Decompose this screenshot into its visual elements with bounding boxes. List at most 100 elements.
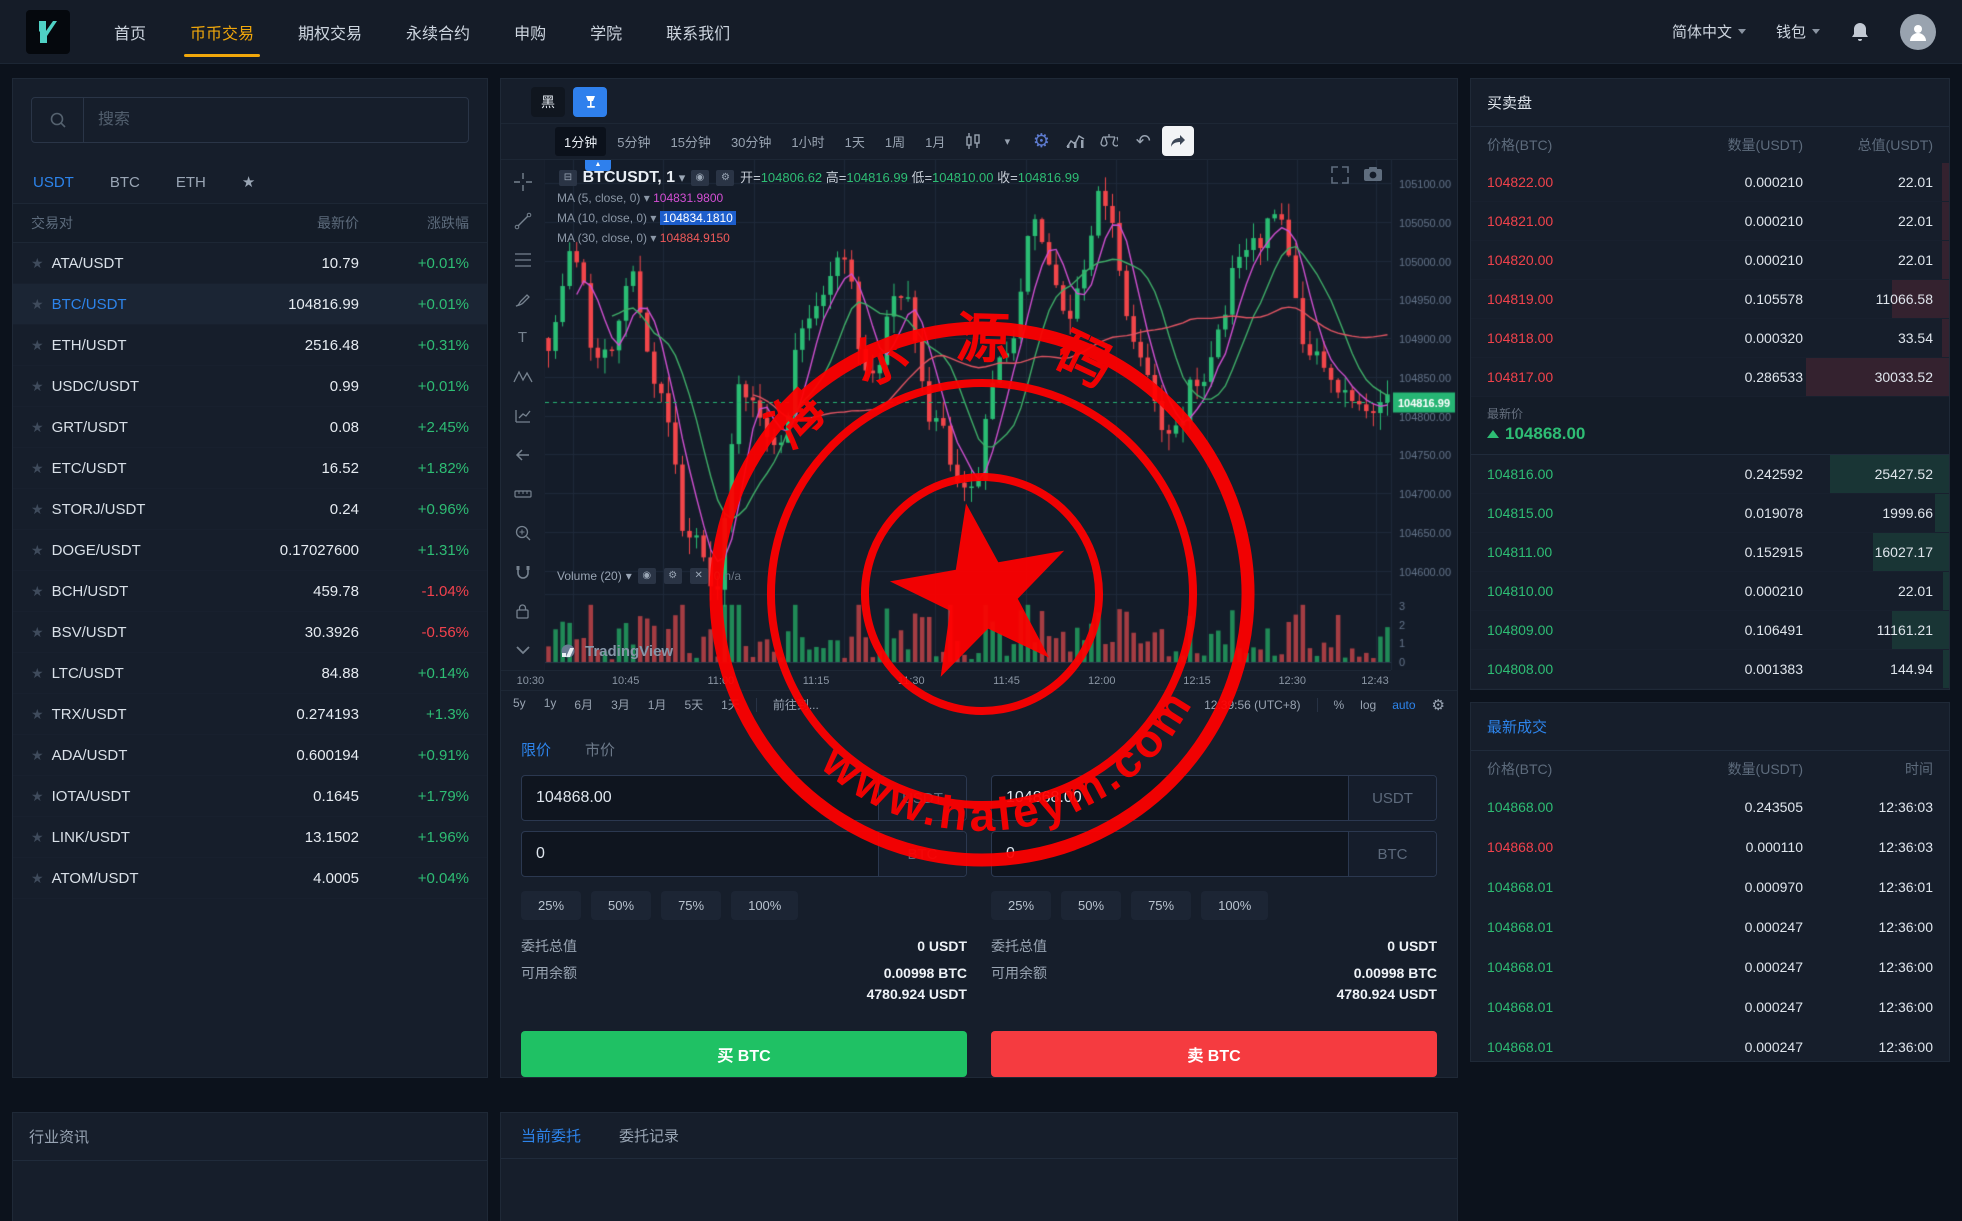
orders-tab[interactable]: 当前委托 — [521, 1125, 581, 1146]
legend-settings-icon[interactable]: ⚙ — [716, 169, 735, 186]
measure-tool-icon[interactable] — [509, 482, 537, 506]
order-type-tab[interactable]: 限价 — [521, 739, 551, 760]
pair-row[interactable]: ★ BSV/USDT 30.3926 -0.56% — [13, 612, 487, 653]
pair-row[interactable]: ★ LINK/USDT 13.1502 +1.96% — [13, 817, 487, 858]
theme-dark-button[interactable]: 黑 — [531, 87, 565, 117]
quote-tab[interactable]: ★ — [242, 173, 255, 191]
search-input[interactable] — [84, 111, 468, 129]
percent-button[interactable]: 100% — [731, 891, 799, 921]
pair-row[interactable]: ★ LTC/USDT 84.88 +0.14% — [13, 653, 487, 694]
nav-item[interactable]: 首页 — [114, 0, 146, 63]
percent-button[interactable]: 25% — [521, 891, 582, 921]
order-type-tab[interactable]: 市价 — [585, 739, 615, 760]
pair-row[interactable]: ★ BTC/USDT 104816.99 +0.01% — [13, 284, 487, 325]
buy-button[interactable]: 买 BTC — [521, 1031, 967, 1078]
quote-tab[interactable]: BTC — [110, 174, 140, 191]
chart-canvas[interactable] — [545, 159, 1457, 670]
sell-price-input[interactable] — [992, 776, 1348, 821]
app-logo[interactable] — [26, 9, 70, 54]
clock-label[interactable]: 12:39:56 (UTC+8) — [1204, 698, 1300, 712]
ask-row[interactable]: 104821.00 0.000210 22.01 — [1471, 202, 1949, 241]
magnet-tool-icon[interactable] — [509, 560, 537, 584]
notification-bell-icon[interactable] — [1850, 21, 1870, 43]
interval-button[interactable]: 1分钟 — [555, 126, 607, 156]
pair-row[interactable]: ★ ETC/USDT 16.52 +1.82% — [13, 448, 487, 489]
crosshair-tool-icon[interactable] — [509, 170, 537, 194]
collapse-legend-icon[interactable]: ⊟ — [559, 169, 577, 186]
legend-eye-icon[interactable]: ◉ — [690, 169, 709, 186]
ask-row[interactable]: 104817.00 0.286533 30033.52 — [1471, 358, 1949, 397]
nav-item[interactable]: 申购 — [514, 0, 546, 63]
compare-icon[interactable] — [1094, 127, 1124, 155]
interval-button[interactable]: 30分钟 — [722, 127, 780, 156]
volume-eye-icon[interactable]: ◉ — [637, 567, 656, 584]
range-button[interactable]: 5y — [513, 696, 526, 713]
brush-tool-icon[interactable] — [509, 287, 537, 311]
interval-button[interactable]: 1小时 — [782, 127, 833, 156]
nav-item[interactable]: 期权交易 — [298, 0, 362, 63]
favorite-star-icon[interactable]: ★ — [31, 624, 44, 641]
favorite-star-icon[interactable]: ★ — [31, 870, 44, 887]
orders-tab[interactable]: 委托记录 — [619, 1125, 679, 1146]
interval-button[interactable]: 5分钟 — [608, 127, 659, 156]
goto-date-button[interactable]: 前往到... — [773, 696, 819, 713]
range-button[interactable]: 1y — [544, 696, 557, 713]
sell-button[interactable]: 卖 BTC — [991, 1031, 1437, 1078]
tools-collapse-chevron-icon[interactable] — [509, 638, 537, 662]
theme-light-button[interactable] — [573, 87, 607, 117]
trend-line-tool-icon[interactable] — [509, 209, 537, 233]
favorite-star-icon[interactable]: ★ — [31, 747, 44, 764]
pair-row[interactable]: ★ TRX/USDT 0.274193 +1.3% — [13, 694, 487, 735]
favorite-star-icon[interactable]: ★ — [31, 460, 44, 477]
fib-retracement-tool-icon[interactable] — [509, 248, 537, 272]
user-avatar[interactable] — [1900, 13, 1936, 50]
style-dropdown-icon[interactable]: ▾ — [992, 127, 1022, 155]
indicators-icon[interactable] — [1060, 127, 1090, 155]
interval-button[interactable]: 1月 — [916, 127, 954, 156]
nav-item[interactable]: 联系我们 — [666, 0, 730, 63]
percent-button[interactable]: 50% — [1061, 891, 1122, 921]
percent-button[interactable]: 50% — [591, 891, 652, 921]
interval-button[interactable]: 1天 — [836, 127, 874, 156]
bid-row[interactable]: 104815.00 0.019078 1999.66 — [1471, 494, 1949, 533]
range-button[interactable]: 3月 — [611, 696, 630, 713]
undo-icon[interactable]: ↶ — [1128, 127, 1158, 155]
percent-button[interactable]: 25% — [991, 891, 1052, 921]
auto-scale-button[interactable]: auto — [1392, 698, 1415, 712]
candle-style-icon[interactable] — [958, 127, 988, 155]
bid-row[interactable]: 104816.00 0.242592 25427.52 — [1471, 455, 1949, 494]
favorite-star-icon[interactable]: ★ — [31, 665, 44, 682]
wallet-menu[interactable]: 钱包 — [1776, 21, 1820, 42]
pair-row[interactable]: ★ ATA/USDT 10.79 +0.01% — [13, 243, 487, 284]
ask-row[interactable]: 104822.00 0.000210 22.01 — [1471, 163, 1949, 202]
quote-tab[interactable]: USDT — [33, 174, 74, 191]
text-tool-icon[interactable]: T — [509, 326, 537, 350]
percent-button[interactable]: 100% — [1201, 891, 1269, 921]
nav-item[interactable]: 永续合约 — [406, 0, 470, 63]
range-button[interactable]: 5天 — [684, 696, 703, 713]
bid-row[interactable]: 104810.00 0.000210 22.01 — [1471, 572, 1949, 611]
range-button[interactable]: 6月 — [574, 696, 593, 713]
chart-settings-gear-icon[interactable]: ⚙ — [1026, 127, 1056, 155]
pair-row[interactable]: ★ GRT/USDT 0.08 +2.45% — [13, 407, 487, 448]
range-button[interactable]: 1月 — [648, 696, 667, 713]
favorite-star-icon[interactable]: ★ — [31, 337, 44, 354]
ask-row[interactable]: 104818.00 0.000320 33.54 — [1471, 319, 1949, 358]
buy-price-input[interactable] — [522, 776, 878, 821]
range-button[interactable]: 1天 — [721, 696, 740, 713]
favorite-star-icon[interactable]: ★ — [31, 419, 44, 436]
pair-row[interactable]: ★ IOTA/USDT 0.1645 +1.79% — [13, 776, 487, 817]
chart-body[interactable]: ▲ ⊟ BTCUSDT, 1 ▾ ◉ ⚙ 开=104806.62 高=10481… — [545, 159, 1457, 670]
bid-row[interactable]: 104811.00 0.152915 16027.17 — [1471, 533, 1949, 572]
favorite-star-icon[interactable]: ★ — [31, 378, 44, 395]
favorite-star-icon[interactable]: ★ — [31, 788, 44, 805]
pair-row[interactable]: ★ USDC/USDT 0.99 +0.01% — [13, 366, 487, 407]
ask-row[interactable]: 104819.00 0.105578 11066.58 — [1471, 280, 1949, 319]
interval-button[interactable]: 1周 — [876, 127, 914, 156]
favorite-star-icon[interactable]: ★ — [31, 706, 44, 723]
favorite-star-icon[interactable]: ★ — [31, 583, 44, 600]
nav-item[interactable]: 币币交易 — [184, 0, 261, 63]
percent-scale-button[interactable]: % — [1334, 698, 1345, 712]
favorite-star-icon[interactable]: ★ — [31, 501, 44, 518]
favorite-star-icon[interactable]: ★ — [31, 542, 44, 559]
